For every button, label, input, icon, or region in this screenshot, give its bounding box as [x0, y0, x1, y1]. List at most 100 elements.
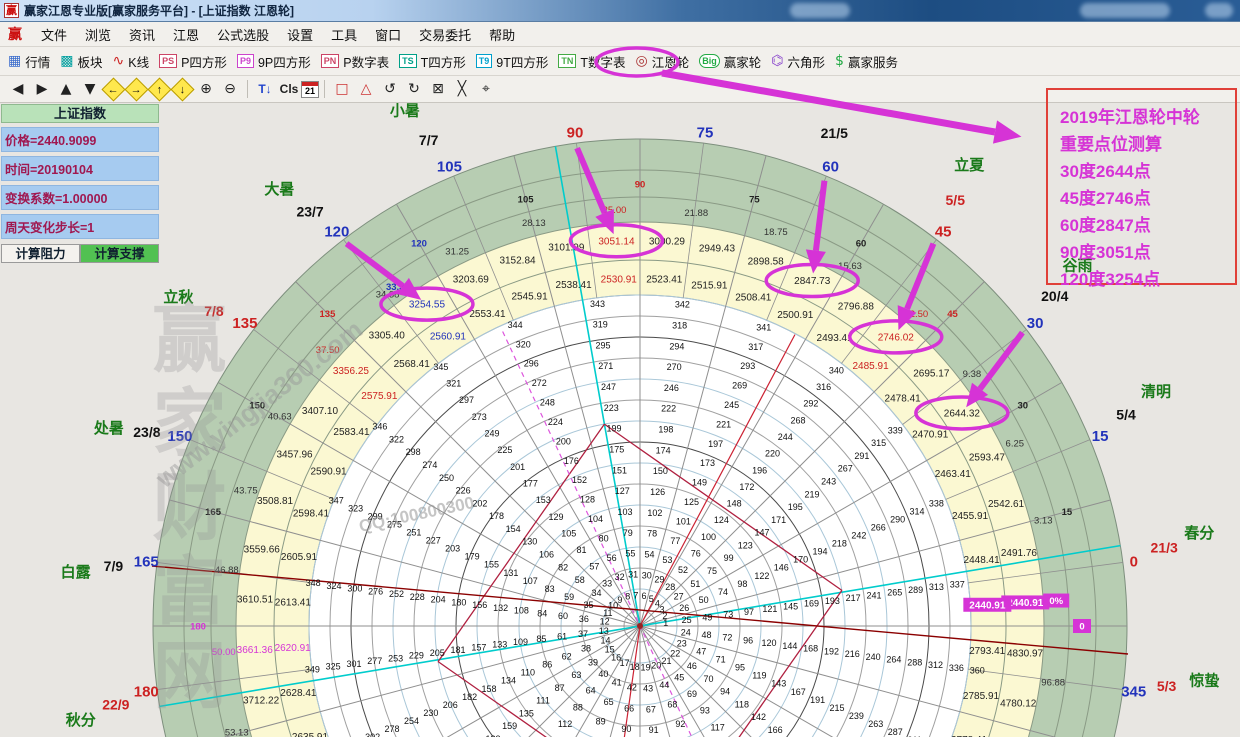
tool-nav-up[interactable]: ▲ [54, 78, 78, 100]
titlebar-blur-decoration [790, 3, 850, 18]
svg-text:223: 223 [604, 403, 619, 413]
svg-text:36: 36 [579, 614, 589, 624]
tool-pan-up[interactable]: ↑ [147, 77, 171, 101]
svg-text:50.00: 50.00 [212, 647, 236, 658]
menu-item-浏览[interactable]: 浏览 [76, 22, 120, 47]
svg-text:2515.91: 2515.91 [691, 281, 728, 292]
svg-text:120: 120 [761, 638, 776, 648]
svg-text:198: 198 [658, 425, 673, 435]
svg-text:156: 156 [472, 600, 487, 610]
tool-zoom-out[interactable]: ⊖ [218, 78, 242, 100]
svg-text:48: 48 [702, 630, 712, 640]
toolbar-button-winner-wheel[interactable]: Big赢家轮 [695, 50, 767, 73]
svg-text:2448.41: 2448.41 [964, 555, 1001, 566]
window-controls-blurred[interactable] [1205, 3, 1233, 18]
hexagon-label: 六角形 [788, 52, 826, 71]
tool-nav-right[interactable]: ▶ [30, 78, 54, 100]
svg-text:46: 46 [687, 661, 697, 671]
tool-shape-square[interactable]: □ [330, 78, 354, 100]
9t-square-label: 9T四方形 [496, 52, 548, 71]
menu-item-工具[interactable]: 工具 [322, 22, 366, 47]
menu-item-交易委托[interactable]: 交易委托 [410, 22, 480, 47]
menu-item-窗口[interactable]: 窗口 [366, 22, 410, 47]
svg-text:2463.41: 2463.41 [935, 469, 972, 480]
toolbar-button-sectors[interactable]: ▩板块 [56, 50, 108, 73]
tool-nav-left[interactable]: ◀ [6, 78, 30, 100]
svg-text:54: 54 [644, 549, 654, 559]
svg-text:45: 45 [935, 223, 952, 240]
menu-item-文件[interactable]: 文件 [32, 22, 76, 47]
svg-text:134: 134 [501, 676, 516, 686]
tool-zoom-in[interactable]: ⊕ [194, 78, 218, 100]
toolbar-button-gann-wheel[interactable]: ◎江恩轮 [632, 50, 696, 73]
tool-calendar[interactable]: 21 [301, 81, 319, 98]
svg-text:30: 30 [1027, 315, 1044, 332]
svg-text:6.25: 6.25 [1006, 439, 1025, 450]
p-number-table-label: P数字表 [343, 52, 389, 71]
svg-text:111: 111 [536, 696, 550, 706]
tool-box-select[interactable]: ⊠ [426, 78, 450, 100]
tool-nav-down[interactable]: ▼ [78, 78, 102, 100]
svg-text:344: 344 [508, 320, 523, 330]
menu-item-公式选股[interactable]: 公式选股 [208, 22, 278, 47]
tool-rotate-cw[interactable]: ↻ [402, 78, 426, 100]
svg-text:30: 30 [642, 570, 652, 580]
toolbar-button-t-number-table[interactable]: TNT数字表 [554, 50, 631, 73]
svg-text:2538.41: 2538.41 [556, 280, 593, 291]
svg-text:107: 107 [523, 576, 538, 586]
svg-text:73: 73 [723, 610, 733, 620]
svg-text:253: 253 [388, 653, 403, 663]
svg-text:3203.69: 3203.69 [453, 275, 490, 286]
toolbar-button-9p-square[interactable]: P99P四方形 [233, 50, 317, 73]
sectors-label: 板块 [77, 52, 102, 71]
svg-text:133: 133 [492, 640, 507, 650]
calc-support-button[interactable]: 计算支撑 [80, 244, 159, 263]
menu-item-设置[interactable]: 设置 [278, 22, 322, 47]
toolbar-button-hexagon[interactable]: ⌬六角形 [767, 50, 831, 73]
toolbar-button-winner-service[interactable]: $赢家服务 [831, 50, 904, 73]
toolbar-button-kline[interactable]: ∿K线 [109, 50, 156, 73]
svg-text:249: 249 [485, 428, 500, 438]
svg-text:201: 201 [510, 462, 525, 472]
svg-text:2796.88: 2796.88 [838, 302, 875, 313]
titlebar: 赢 赢家江恩专业版[赢家服务平台] - [上证指数 江恩轮] [0, 0, 1240, 22]
svg-text:94: 94 [720, 687, 730, 697]
toolbar-button-t-square[interactable]: TST四方形 [395, 50, 472, 73]
tool-time-axis[interactable]: T↓ [253, 78, 277, 100]
toolbar-button-9t-square[interactable]: T99T四方形 [472, 50, 555, 73]
svg-text:3712.22: 3712.22 [243, 695, 280, 706]
tool-rotate-ccw[interactable]: ↺ [378, 78, 402, 100]
toolbar-button-p-square[interactable]: PSP四方形 [155, 50, 233, 73]
kline-label: K线 [128, 52, 149, 71]
annotation-line-2: 30度2644点 [1060, 158, 1235, 185]
tool-pointer-tool[interactable]: ⌖ [474, 78, 498, 100]
tool-pan-right[interactable]: → [124, 77, 148, 101]
calc-resistance-button[interactable]: 计算阻力 [1, 244, 80, 263]
svg-text:3610.51: 3610.51 [237, 595, 274, 606]
svg-text:2530.91: 2530.91 [601, 274, 638, 285]
svg-text:惊蛰: 惊蛰 [1189, 672, 1219, 690]
svg-text:92: 92 [675, 719, 685, 729]
svg-text:5: 5 [649, 594, 654, 604]
svg-text:31.25: 31.25 [445, 247, 469, 258]
svg-text:清明: 清明 [1141, 382, 1171, 400]
tool-cross-tool[interactable]: ╳ [450, 78, 474, 100]
tool-pan-down[interactable]: ↓ [170, 77, 194, 101]
9t-square-icon: T9 [476, 54, 493, 68]
svg-text:202: 202 [472, 498, 487, 508]
toolbar-button-quotes[interactable]: ▦行情 [4, 50, 56, 73]
tool-pan-left[interactable]: ← [101, 77, 125, 101]
menu-item-资讯[interactable]: 资讯 [120, 22, 164, 47]
svg-text:2785.91: 2785.91 [963, 691, 1000, 702]
svg-text:128: 128 [580, 495, 595, 505]
menu-item-帮助[interactable]: 帮助 [480, 22, 524, 47]
svg-text:99: 99 [724, 553, 734, 563]
svg-text:96: 96 [743, 635, 753, 645]
svg-text:294: 294 [669, 341, 684, 351]
tool-shape-triangle[interactable]: △ [354, 78, 378, 100]
svg-text:292: 292 [803, 399, 818, 409]
svg-text:324: 324 [327, 581, 342, 591]
menu-item-江恩[interactable]: 江恩 [164, 22, 208, 47]
tool-cls[interactable]: Cls [277, 78, 301, 100]
toolbar-button-p-number-table[interactable]: PNP数字表 [317, 50, 395, 73]
